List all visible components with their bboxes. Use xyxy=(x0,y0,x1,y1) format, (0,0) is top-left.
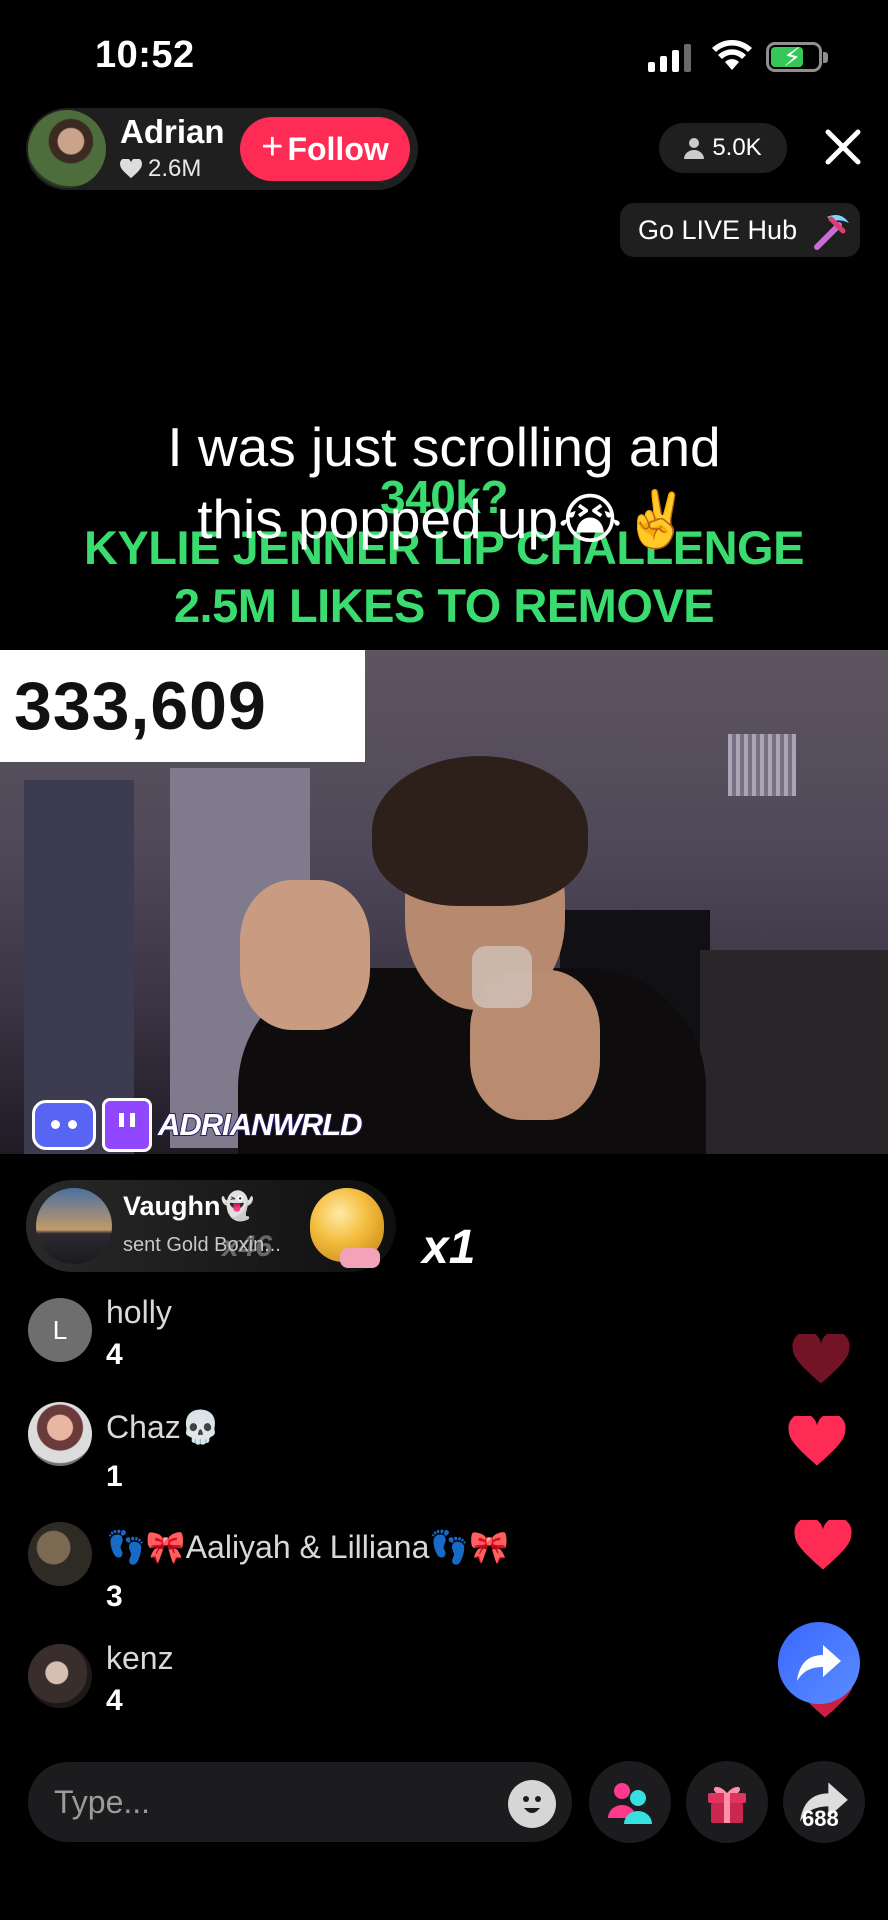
pickaxe-icon xyxy=(814,215,850,250)
follow-button[interactable]: + Follow xyxy=(240,117,410,181)
comment-avatar[interactable] xyxy=(28,1522,92,1586)
plus-icon: + xyxy=(261,126,284,168)
streamer-cup xyxy=(472,946,532,1008)
host-likes: 2.6M xyxy=(120,155,201,183)
caption-line-1: I was just scrolling and xyxy=(167,416,721,478)
heart-icon xyxy=(120,159,142,179)
battery-icon: ⚡ xyxy=(766,42,822,72)
gift-text: sent Gold Boxin... xyxy=(123,1234,281,1256)
channel-tag-name: ADRIANWRLD xyxy=(157,1106,364,1143)
share-icon xyxy=(797,1645,841,1681)
wifi-icon xyxy=(712,40,752,70)
heart-icon xyxy=(788,1416,846,1466)
video-bg-desk xyxy=(700,950,888,1154)
heart-icon xyxy=(792,1334,850,1384)
status-time: 10:52 xyxy=(95,34,195,76)
video-caption: I was just scrolling and this popped up😭… xyxy=(0,411,888,555)
comment-text: 3 xyxy=(106,1580,123,1613)
video-bg-vent xyxy=(728,734,796,796)
comment-username[interactable]: 👣🎀Aaliyah & Lilliana👣🎀 xyxy=(106,1528,509,1566)
gift-sender-name: Vaughn👻 xyxy=(123,1191,255,1221)
gift-count: x1 xyxy=(422,1221,476,1274)
emoji-face-glyph xyxy=(523,1796,541,1813)
host-name[interactable]: Adrian xyxy=(120,113,225,151)
caption-line-2: this popped up😭✌️ xyxy=(197,488,691,550)
go-live-hub-label: Go LIVE Hub xyxy=(638,214,798,245)
overlay-green-line-3: 2.5M LIKES TO REMOVE xyxy=(173,579,715,632)
gift-icon xyxy=(708,1786,746,1823)
host-avatar[interactable] xyxy=(28,110,106,188)
likes-counter: 333,609 xyxy=(0,650,365,762)
comment-avatar[interactable]: L xyxy=(28,1298,92,1362)
share-count: 688 xyxy=(802,1806,839,1831)
comment-input[interactable] xyxy=(28,1762,572,1842)
person-icon xyxy=(684,138,705,159)
go-live-hub-button[interactable]: Go LIVE Hub xyxy=(620,203,860,257)
boxing-glove-cuff xyxy=(340,1248,380,1268)
comment-username[interactable]: holly xyxy=(106,1294,172,1331)
guests-icon xyxy=(608,1783,652,1824)
comment-text: 4 xyxy=(106,1684,123,1717)
signal-icon xyxy=(648,44,691,72)
viewer-count-pill[interactable]: 5.0K xyxy=(659,123,787,173)
viewer-count: 5.0K xyxy=(712,134,762,161)
channel-tag: ADRIANWRLD xyxy=(32,1098,364,1152)
host-likes-count: 2.6M xyxy=(148,155,202,182)
avatar-letter: L xyxy=(52,1314,68,1345)
comment-avatar[interactable] xyxy=(28,1402,92,1466)
discord-icon xyxy=(32,1100,96,1150)
follow-label: Follow xyxy=(287,130,389,167)
comment-text: 4 xyxy=(106,1338,123,1371)
comment-username[interactable]: Chaz💀 xyxy=(106,1408,221,1446)
share-fab-button[interactable] xyxy=(778,1622,860,1704)
twitch-icon xyxy=(102,1098,152,1152)
streamer-hair xyxy=(372,756,588,906)
gift-button[interactable] xyxy=(686,1761,768,1843)
close-icon[interactable] xyxy=(820,124,866,170)
heart-icon xyxy=(794,1520,852,1570)
emoji-icon[interactable] xyxy=(508,1780,556,1828)
battery-tip xyxy=(823,52,828,63)
comment-username[interactable]: kenz xyxy=(106,1640,174,1677)
comment-avatar[interactable] xyxy=(28,1644,92,1708)
comment-text: 1 xyxy=(106,1460,123,1493)
gift-sender-avatar[interactable] xyxy=(36,1188,112,1264)
guests-button[interactable] xyxy=(589,1761,671,1843)
streamer-hand-left xyxy=(240,880,370,1030)
